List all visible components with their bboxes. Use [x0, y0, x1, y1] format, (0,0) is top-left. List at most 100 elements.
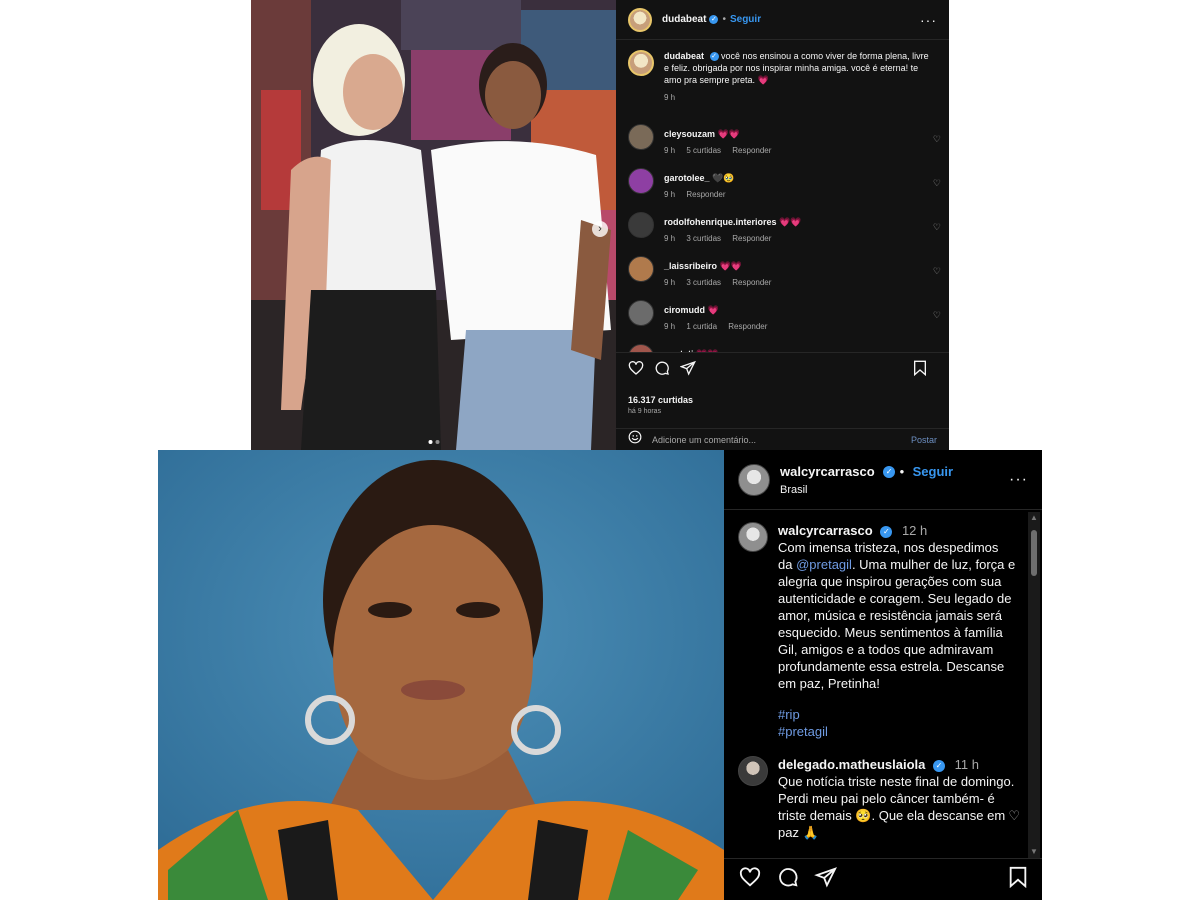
author-avatar[interactable]	[628, 7, 652, 32]
reply-button[interactable]: Responder	[686, 190, 725, 199]
comment-text: 🖤🥹	[712, 173, 735, 183]
commenter-avatar[interactable]	[628, 300, 654, 326]
carousel-next-icon[interactable]: ›	[592, 221, 608, 237]
verified-badge-icon: ✓	[880, 525, 893, 538]
comment-bubble-icon[interactable]	[776, 866, 800, 893]
author-username[interactable]: walcyrcarrasco	[780, 464, 875, 479]
comment-time: 11 h	[954, 757, 979, 772]
like-heart-icon[interactable]	[628, 360, 644, 381]
carousel-dot	[435, 440, 439, 444]
comments-scrollbar[interactable]: ▲ ▼	[1028, 512, 1040, 858]
separator-dot: •	[899, 464, 905, 479]
reply-button[interactable]: Responder	[732, 278, 771, 287]
caption-body: dudabeat ✓ você nos ensinou a como viver…	[664, 50, 934, 124]
comment-body: _laissribeiro 💗💗 9 h 3 curtidas Responde…	[664, 256, 780, 289]
bookmark-save-icon[interactable]	[913, 360, 927, 381]
like-comment-heart-icon[interactable]: ♡	[933, 178, 941, 189]
comment-item: ciromudd 💗 9 h 1 curtida Responder ♡	[616, 300, 949, 344]
like-heart-icon[interactable]	[738, 866, 762, 893]
reply-button[interactable]: Responder	[732, 146, 771, 155]
comment-item: opstati 💗💗 ♡	[616, 344, 949, 352]
reply-button[interactable]: Responder	[732, 234, 771, 243]
like-comment-heart-icon[interactable]: ♡	[933, 222, 941, 233]
more-options-icon[interactable]: ···	[920, 12, 937, 28]
caption-text-rest: . Uma mulher de luz, força e alegria que…	[778, 557, 1016, 691]
author-avatar[interactable]	[738, 522, 768, 552]
reply-button[interactable]: Responder	[728, 322, 767, 331]
scroll-down-arrow-icon[interactable]: ▼	[1028, 846, 1040, 858]
comment-username[interactable]: cleysouzam	[664, 129, 715, 139]
hashtag-link[interactable]: #rip	[778, 706, 1016, 723]
share-send-icon[interactable]	[679, 360, 696, 381]
comment-body: garotolee_ 🖤🥹 9 h Responder	[664, 168, 735, 201]
mention-link[interactable]: @pretagil	[796, 557, 852, 572]
hashtags: #rip #pretagil	[778, 706, 1016, 740]
comments-list: walcyrcarrasco ✓ 12 h Com imensa tristez…	[724, 510, 1042, 858]
commenter-avatar[interactable]	[628, 124, 654, 150]
post-sidebar: dudabeat ✓ • Seguir ··· dudabeat ✓ você …	[616, 0, 949, 450]
commenter-avatar[interactable]	[628, 168, 654, 194]
comment-item: _laissribeiro 💗💗 9 h 3 curtidas Responde…	[616, 256, 949, 300]
caption-time: 9 h	[664, 93, 676, 102]
commenter-avatar[interactable]	[628, 212, 654, 238]
post-photo-two-women[interactable]: ›	[251, 0, 616, 450]
like-comment-heart-icon[interactable]: ♡	[933, 310, 941, 321]
caption-username[interactable]: walcyrcarrasco	[778, 523, 873, 538]
comment-likes[interactable]: 3 curtidas	[686, 234, 721, 243]
verified-badge-icon: ✓	[709, 52, 719, 62]
commenter-avatar[interactable]	[628, 256, 654, 282]
top-instagram-post: › dudabeat ✓ • Seguir ··· dudabeat ✓ voc…	[251, 0, 949, 450]
author-avatar[interactable]	[738, 463, 770, 496]
comments-list: dudabeat ✓ você nos ensinou a como viver…	[616, 40, 949, 352]
comment-time: 9 h	[664, 146, 676, 155]
comment-username[interactable]: ciromudd	[664, 305, 705, 315]
follow-button[interactable]: Seguir	[913, 464, 953, 479]
comment-username[interactable]: _laissribeiro	[664, 261, 717, 271]
comment-username[interactable]: rodolfohenrique.interiores	[664, 217, 777, 227]
comment-time: 9 h	[664, 234, 676, 243]
comment-body: opstati 💗💗	[664, 344, 718, 352]
post-comment-button[interactable]: Postar	[911, 435, 937, 445]
like-comment-heart-icon[interactable]: ♡	[933, 134, 941, 145]
scroll-up-arrow-icon[interactable]: ▲	[1028, 512, 1040, 524]
emoji-smiley-icon[interactable]	[628, 430, 642, 449]
author-avatar[interactable]	[628, 50, 654, 76]
caption-username[interactable]: dudabeat	[664, 51, 704, 61]
post-header: walcyrcarrasco ✓ • Seguir Brasil ···	[724, 450, 1042, 510]
comment-likes[interactable]: 5 curtidas	[686, 146, 721, 155]
comment-meta: 9 h 3 curtidas Responder	[664, 233, 801, 245]
scrollbar-thumb[interactable]	[1031, 530, 1037, 576]
photo-illustration	[251, 0, 616, 450]
comment-bubble-icon[interactable]	[654, 360, 670, 381]
more-options-icon[interactable]: ···	[1009, 471, 1028, 489]
comment-username[interactable]: delegado.matheuslaiola	[778, 757, 925, 772]
commenter-avatar[interactable]	[628, 344, 654, 352]
comment-likes[interactable]: 3 curtidas	[686, 278, 721, 287]
share-send-icon[interactable]	[814, 866, 838, 893]
like-comment-heart-icon[interactable]: ♡	[1008, 808, 1020, 824]
author-username[interactable]: dudabeat	[662, 14, 706, 25]
hashtag-link[interactable]: #pretagil	[778, 723, 1016, 740]
comment-meta: 9 h 3 curtidas Responder	[664, 277, 780, 289]
like-comment-heart-icon[interactable]: ♡	[933, 266, 941, 277]
comment-time: 9 h	[664, 322, 676, 331]
comment-body: delegado.matheuslaiola ✓ 11 h Que notíci…	[778, 756, 1016, 841]
comment-meta: 9 h 5 curtidas Responder	[664, 145, 780, 157]
comment-time: 9 h	[664, 278, 676, 287]
carousel-dots	[428, 440, 439, 444]
caption-text: você nos ensinou a como viver de forma p…	[664, 51, 929, 85]
follow-button[interactable]: Seguir	[730, 14, 761, 25]
action-icons	[628, 360, 937, 381]
post-sidebar: walcyrcarrasco ✓ • Seguir Brasil ··· wal…	[724, 450, 1042, 900]
verified-badge-icon: ✓	[933, 759, 945, 772]
post-photo-portrait[interactable]	[158, 450, 724, 900]
likes-count[interactable]: 16.317 curtidas	[628, 395, 937, 405]
comment-likes[interactable]: 1 curtida	[686, 322, 717, 331]
location-label[interactable]: Brasil	[780, 484, 953, 496]
add-comment-input[interactable]: Adicione um comentário...	[652, 435, 756, 445]
comment-username[interactable]: garotolee_	[664, 173, 710, 183]
bookmark-save-icon[interactable]	[1008, 866, 1028, 893]
comment-item: garotolee_ 🖤🥹 9 h Responder ♡	[616, 168, 949, 212]
posted-time: há 9 horas	[628, 408, 662, 415]
commenter-avatar[interactable]	[738, 756, 768, 786]
